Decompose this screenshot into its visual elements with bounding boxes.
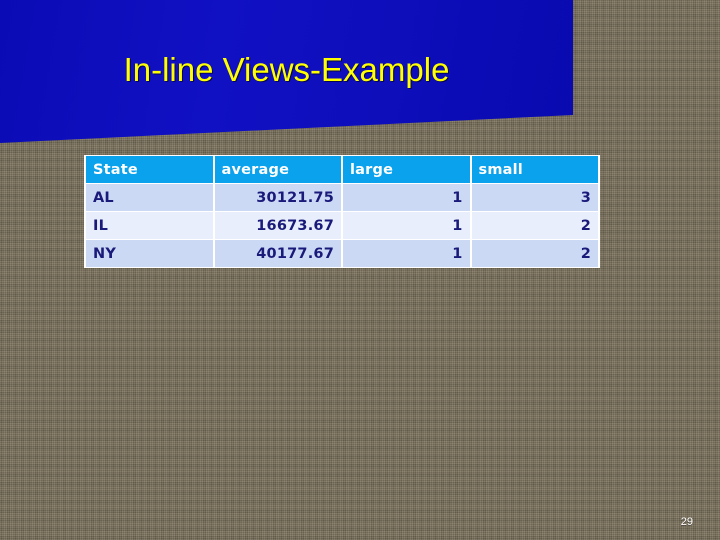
- table-header: State average large small: [86, 156, 598, 183]
- results-table-container: State average large small AL 30121.75 1 …: [84, 155, 600, 268]
- table-row: AL 30121.75 1 3: [86, 184, 598, 211]
- column-header-large[interactable]: large: [343, 156, 470, 183]
- cell-large: 1: [343, 240, 470, 267]
- cell-average: 40177.67: [214, 240, 341, 267]
- cell-state: AL: [86, 184, 213, 211]
- results-table: State average large small AL 30121.75 1 …: [84, 155, 600, 268]
- column-header-state[interactable]: State: [86, 156, 213, 183]
- cell-small: 3: [471, 184, 598, 211]
- table-body: AL 30121.75 1 3 IL 16673.67 1 2 NY 40177…: [86, 184, 598, 267]
- table-row: IL 16673.67 1 2: [86, 212, 598, 239]
- slide-canvas: In-line Views-Example State average larg…: [0, 0, 720, 540]
- table-header-row: State average large small: [86, 156, 598, 183]
- table-row: NY 40177.67 1 2: [86, 240, 598, 267]
- cell-small: 2: [471, 212, 598, 239]
- column-header-average[interactable]: average: [214, 156, 341, 183]
- cell-small: 2: [471, 240, 598, 267]
- cell-state: IL: [86, 212, 213, 239]
- cell-large: 1: [343, 212, 470, 239]
- slide-page-number: 29: [680, 516, 693, 528]
- cell-average: 16673.67: [214, 212, 341, 239]
- cell-state: NY: [86, 240, 213, 267]
- cell-average: 30121.75: [214, 184, 341, 211]
- column-header-small[interactable]: small: [471, 156, 598, 183]
- page-title: In-line Views-Example: [123, 51, 450, 88]
- cell-large: 1: [343, 184, 470, 211]
